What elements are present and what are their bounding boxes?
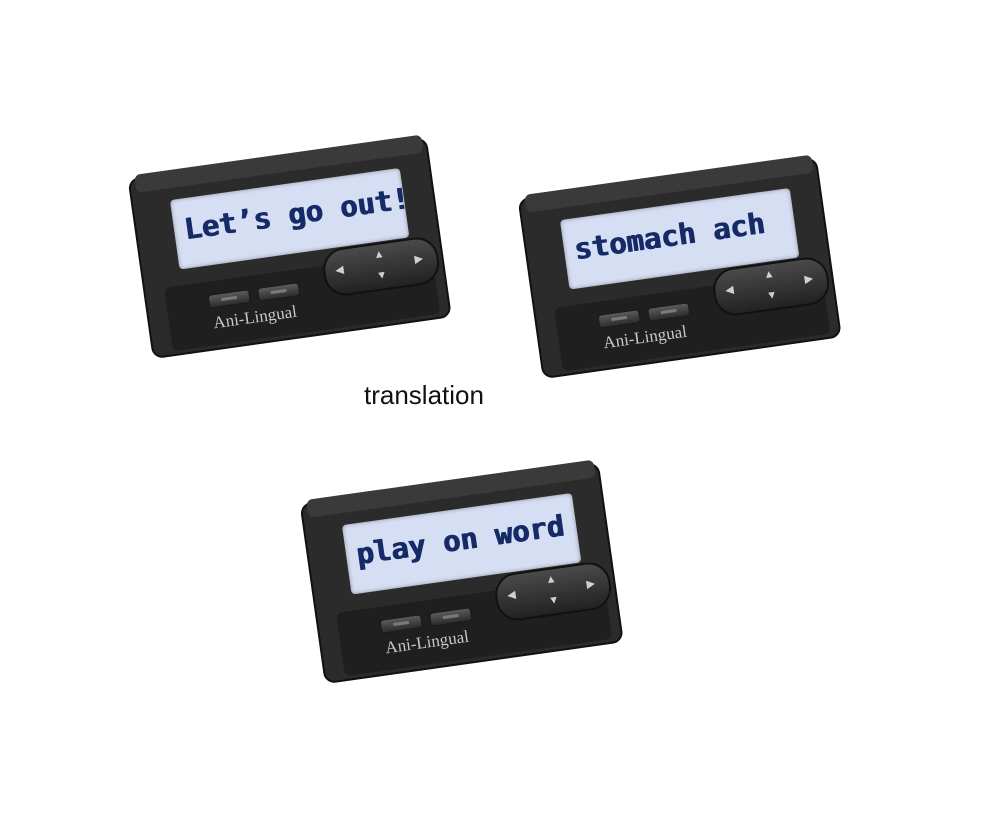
screen-message: play on word <box>353 508 566 572</box>
pager-device-3: play on word ◀ ▲ ▼ ▶ Ani-Lingual <box>300 455 625 695</box>
triangle-up-icon[interactable]: ▲ <box>373 248 385 261</box>
pager-device-1: Let’s go out! ◀ ▲ ▼ ▶ Ani-Lingual <box>128 130 453 370</box>
triangle-right-icon[interactable]: ▶ <box>414 253 424 266</box>
triangle-down-icon[interactable]: ▼ <box>766 289 778 302</box>
triangle-down-icon[interactable]: ▼ <box>376 269 388 282</box>
screen-message: stomach ach <box>571 205 767 267</box>
triangle-right-icon[interactable]: ▶ <box>586 578 596 591</box>
triangle-up-icon[interactable]: ▲ <box>545 573 557 586</box>
triangle-right-icon[interactable]: ▶ <box>804 273 814 286</box>
translation-label: translation <box>364 380 484 410</box>
triangle-left-icon[interactable]: ◀ <box>725 284 735 297</box>
triangle-down-icon[interactable]: ▼ <box>548 594 560 607</box>
pager-device-2: stomach ach ◀ ▲ ▼ ▶ Ani-Lingual <box>518 150 843 390</box>
triangle-up-icon[interactable]: ▲ <box>763 268 775 281</box>
triangle-left-icon[interactable]: ◀ <box>507 589 517 602</box>
triangle-left-icon[interactable]: ◀ <box>335 264 345 277</box>
